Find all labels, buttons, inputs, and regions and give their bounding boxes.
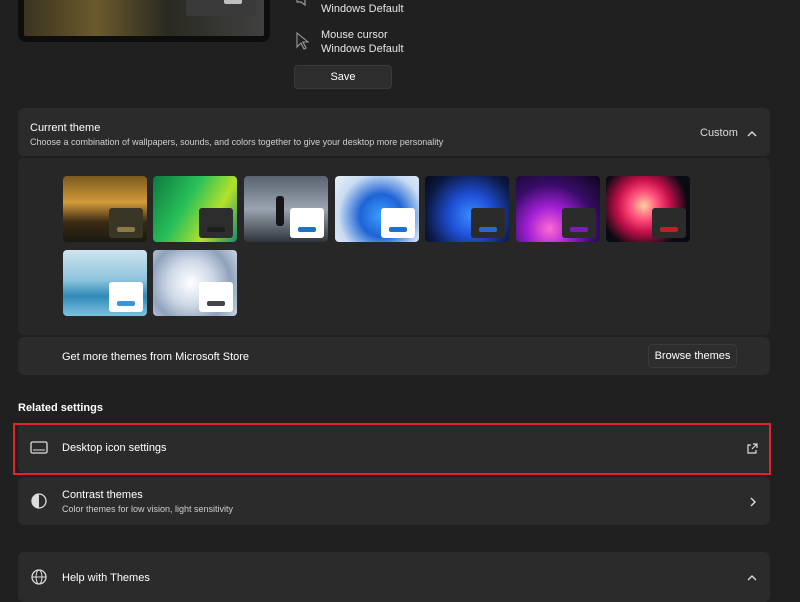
theme-thumbnail-windows-light[interactable] [335,176,419,242]
theme-thumbnail-flower[interactable] [606,176,690,242]
desktop-icon-settings-label: Desktop icon settings [62,442,167,454]
store-text: Get more themes from Microsoft Store [62,351,250,363]
theme-thumbnail-lake[interactable] [63,250,147,316]
speaker-icon [296,0,312,9]
current-theme-header[interactable]: Current theme Choose a combination of wa… [18,108,770,156]
theme-thumbnail-windows-dark[interactable] [425,176,509,242]
globe-icon [30,568,48,591]
contrast-themes-subtitle: Color themes for low vision, light sensi… [62,504,234,514]
sound-value: Windows Default [321,3,404,15]
theme-thumbnail-forest[interactable] [63,176,147,242]
theme-thumbnail-green-flow[interactable] [153,176,237,242]
help-with-themes-title: Help with Themes [62,572,150,584]
contrast-icon [30,492,48,515]
related-settings-heading: Related settings [18,402,103,414]
chevron-right-icon[interactable] [748,495,758,513]
contrast-themes-title: Contrast themes [62,489,143,501]
save-button[interactable]: Save [294,65,392,89]
browse-themes-button[interactable]: Browse themes [648,344,737,368]
theme-thumbnail-bloom-light[interactable] [153,250,237,316]
contrast-themes-row[interactable]: Contrast themes Color themes for low vis… [18,477,770,525]
theme-gallery [18,158,770,335]
help-with-themes-row[interactable]: Help with Themes [18,552,770,602]
current-theme-title: Current theme [30,122,101,134]
mouse-cursor-icon [296,31,310,55]
theme-thumbnail-silhouette[interactable] [244,176,328,242]
chevron-up-icon[interactable] [746,126,758,144]
desktop-icon-settings-row[interactable]: Desktop icon settings [18,423,770,473]
external-link-icon[interactable] [746,442,758,460]
current-theme-description: Choose a combination of wallpapers, soun… [30,137,444,147]
theme-preview [18,0,270,42]
mouse-cursor-value: Windows Default [321,43,404,55]
chevron-up-icon[interactable] [746,570,758,588]
mouse-cursor-label: Mouse cursor [321,29,388,41]
current-theme-value: Custom [700,127,738,139]
theme-thumbnail-glow[interactable] [516,176,600,242]
store-row: Get more themes from Microsoft Store Bro… [18,337,770,375]
monitor-icon [30,441,48,460]
